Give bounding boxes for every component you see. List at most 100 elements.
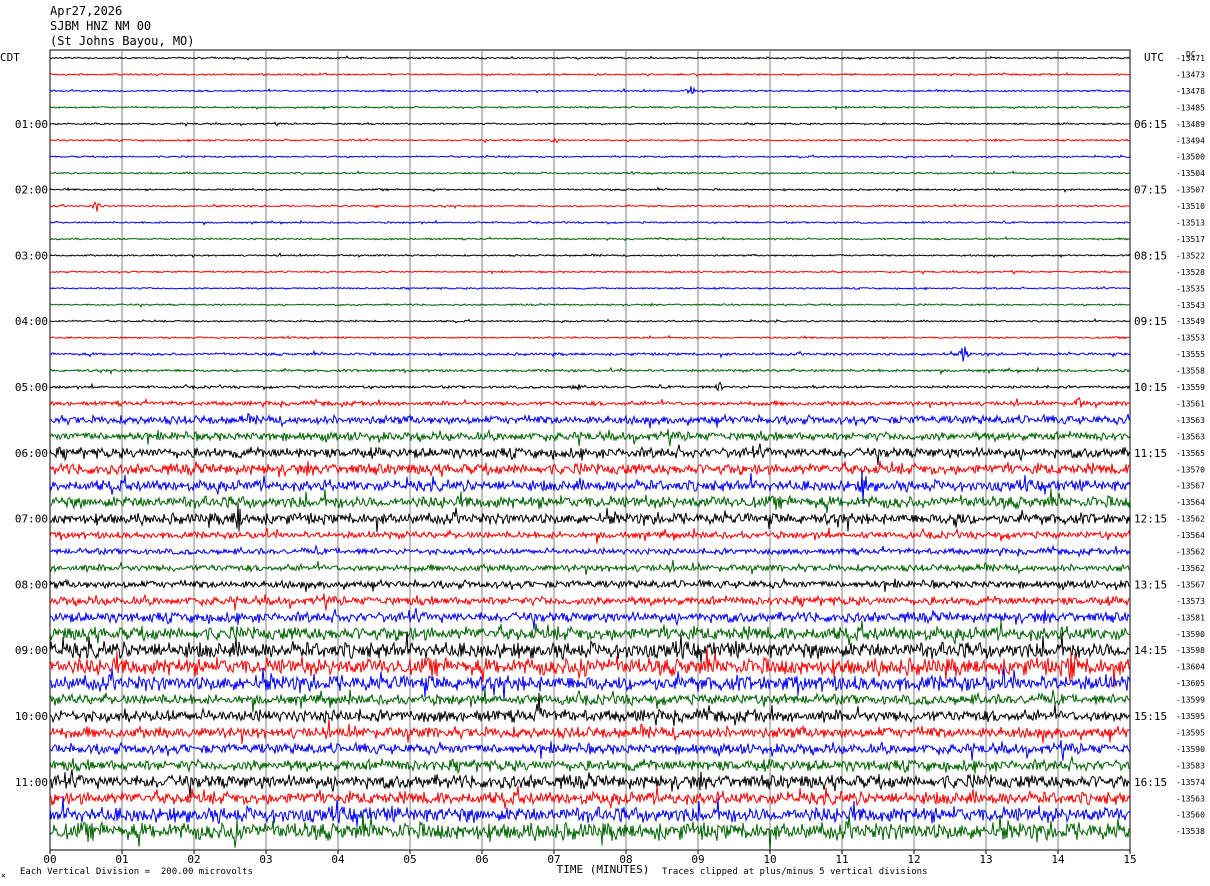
- corner-mark: ×: [1, 871, 6, 880]
- seismic-trace: [49, 413, 1131, 429]
- utc-hour-label: 15:15: [1134, 710, 1167, 723]
- x-tick-label: 05: [403, 853, 416, 866]
- dc-offset-label: -13561: [1176, 399, 1205, 408]
- seismic-trace: [49, 667, 1131, 701]
- x-tick-label: 12: [907, 853, 920, 866]
- dc-offset-label: -13574: [1176, 778, 1205, 787]
- seismic-trace: [49, 443, 1131, 466]
- dc-offset-label: -13562: [1176, 515, 1205, 524]
- seismic-trace: [49, 201, 1131, 212]
- dc-offset-label: -13559: [1176, 383, 1205, 392]
- seismic-trace: [49, 170, 1131, 176]
- dc-offset-label: -13510: [1176, 202, 1205, 211]
- clip-note: Traces clipped at plus/minus 5 vertical …: [662, 867, 928, 877]
- seismic-trace: [49, 186, 1131, 193]
- seismic-trace: [49, 593, 1131, 611]
- dc-offset-label: -13504: [1176, 169, 1205, 178]
- seismic-trace: [49, 607, 1131, 630]
- dc-offset-label: -13567: [1176, 580, 1205, 589]
- dc-offset-label: -13583: [1176, 761, 1205, 770]
- utc-hour-label: 11:15: [1134, 447, 1167, 460]
- seismic-trace: [49, 396, 1131, 410]
- x-tick-label: 13: [979, 853, 992, 866]
- dc-offset-label: -13565: [1176, 449, 1205, 458]
- seismic-trace: [49, 488, 1131, 514]
- dc-offset-label: -13549: [1176, 317, 1205, 326]
- seismic-trace: [49, 219, 1130, 226]
- seismic-trace: [49, 428, 1131, 447]
- dc-offset-label: -13522: [1176, 251, 1205, 260]
- dc-offset-label: -13562: [1176, 548, 1205, 557]
- seismic-trace: [49, 470, 1131, 504]
- seismic-trace: [49, 577, 1131, 592]
- utc-hour-label: 07:15: [1134, 184, 1167, 197]
- seismic-trace: [49, 756, 1131, 775]
- dc-offset-label: -13598: [1176, 646, 1205, 655]
- x-tick-label: 03: [259, 853, 272, 866]
- dc-offset-label: -13595: [1176, 728, 1205, 737]
- seismic-trace: [49, 460, 1130, 478]
- dc-offset-label: -13535: [1176, 284, 1205, 293]
- dc-offset-label: -13507: [1176, 186, 1205, 195]
- utc-hour-label: 10:15: [1134, 381, 1167, 394]
- seismic-trace: [49, 785, 1131, 809]
- seismic-trace: [50, 154, 1131, 159]
- helicorder-chart: -13471-13473-13478-13485-13489-13494-135…: [0, 49, 1205, 876]
- seismic-trace: [49, 527, 1131, 544]
- dc-offset-label: -13581: [1176, 613, 1205, 622]
- dc-offset-label: -13553: [1176, 334, 1205, 343]
- x-tick-label: 02: [187, 853, 200, 866]
- dc-offset-label: -13564: [1176, 498, 1205, 507]
- dc-offset-label: -13605: [1176, 679, 1205, 688]
- scale-note: Each Vertical Division = 200.00 microvol…: [20, 867, 253, 877]
- cdt-hour-label: 06:00: [15, 447, 48, 460]
- seismic-trace: [49, 55, 1131, 61]
- dc-offset-label: -13590: [1176, 745, 1205, 754]
- dc-offset-label: -13538: [1176, 827, 1205, 836]
- dc-offset-label: -13564: [1176, 531, 1205, 540]
- x-axis-title: TIME (MINUTES): [557, 863, 650, 876]
- dc-offset-label: -13562: [1176, 564, 1205, 573]
- seismic-trace: [49, 381, 1131, 392]
- dc-header-label: DC: [1186, 50, 1196, 59]
- seismic-trace: [49, 559, 1131, 575]
- seismic-trace: [49, 740, 1131, 761]
- dc-offset-label: -13543: [1176, 301, 1205, 310]
- cdt-hour-label: 01:00: [15, 118, 48, 131]
- x-tick-label: 01: [115, 853, 128, 866]
- seismic-trace: [49, 105, 1131, 111]
- dc-offset-label: -13560: [1176, 811, 1205, 820]
- seismic-trace: [49, 334, 1130, 340]
- seismic-trace: [49, 719, 1131, 744]
- dc-offset-label: -13567: [1176, 482, 1205, 491]
- seismic-trace: [49, 620, 1131, 645]
- dc-offset-label: -13513: [1176, 219, 1205, 228]
- cdt-hour-label: 05:00: [15, 381, 48, 394]
- dc-offset-label: -13478: [1176, 87, 1205, 96]
- dc-offset-label: -13604: [1176, 663, 1205, 672]
- seismic-trace: [49, 346, 1131, 362]
- seismic-trace: [49, 137, 1131, 144]
- seismic-trace: [49, 302, 1131, 308]
- cdt-hour-label: 10:00: [15, 710, 48, 723]
- dc-offset-label: -13573: [1176, 597, 1205, 606]
- cdt-hour-label: 03:00: [15, 249, 48, 262]
- seismic-trace: [49, 86, 1131, 95]
- cdt-axis-label: CDT: [0, 51, 20, 64]
- dc-offset-label: -13590: [1176, 630, 1205, 639]
- dc-offset-label: -13570: [1176, 465, 1205, 474]
- seismic-trace: [49, 692, 1131, 726]
- seismic-trace: [49, 236, 1131, 242]
- seismic-trace: [49, 121, 1131, 127]
- x-tick-label: 11: [835, 853, 848, 866]
- cdt-hour-label: 04:00: [15, 315, 48, 328]
- utc-hour-label: 14:15: [1134, 644, 1167, 657]
- cdt-hour-label: 07:00: [15, 513, 48, 526]
- dc-offset-label: -13563: [1176, 432, 1205, 441]
- seismic-trace: [49, 688, 1131, 713]
- dc-offset-label: -13517: [1176, 235, 1205, 244]
- utc-hour-label: 16:15: [1134, 776, 1167, 789]
- utc-hour-label: 09:15: [1134, 315, 1167, 328]
- cdt-hour-label: 11:00: [15, 776, 48, 789]
- x-tick-label: 09: [691, 853, 704, 866]
